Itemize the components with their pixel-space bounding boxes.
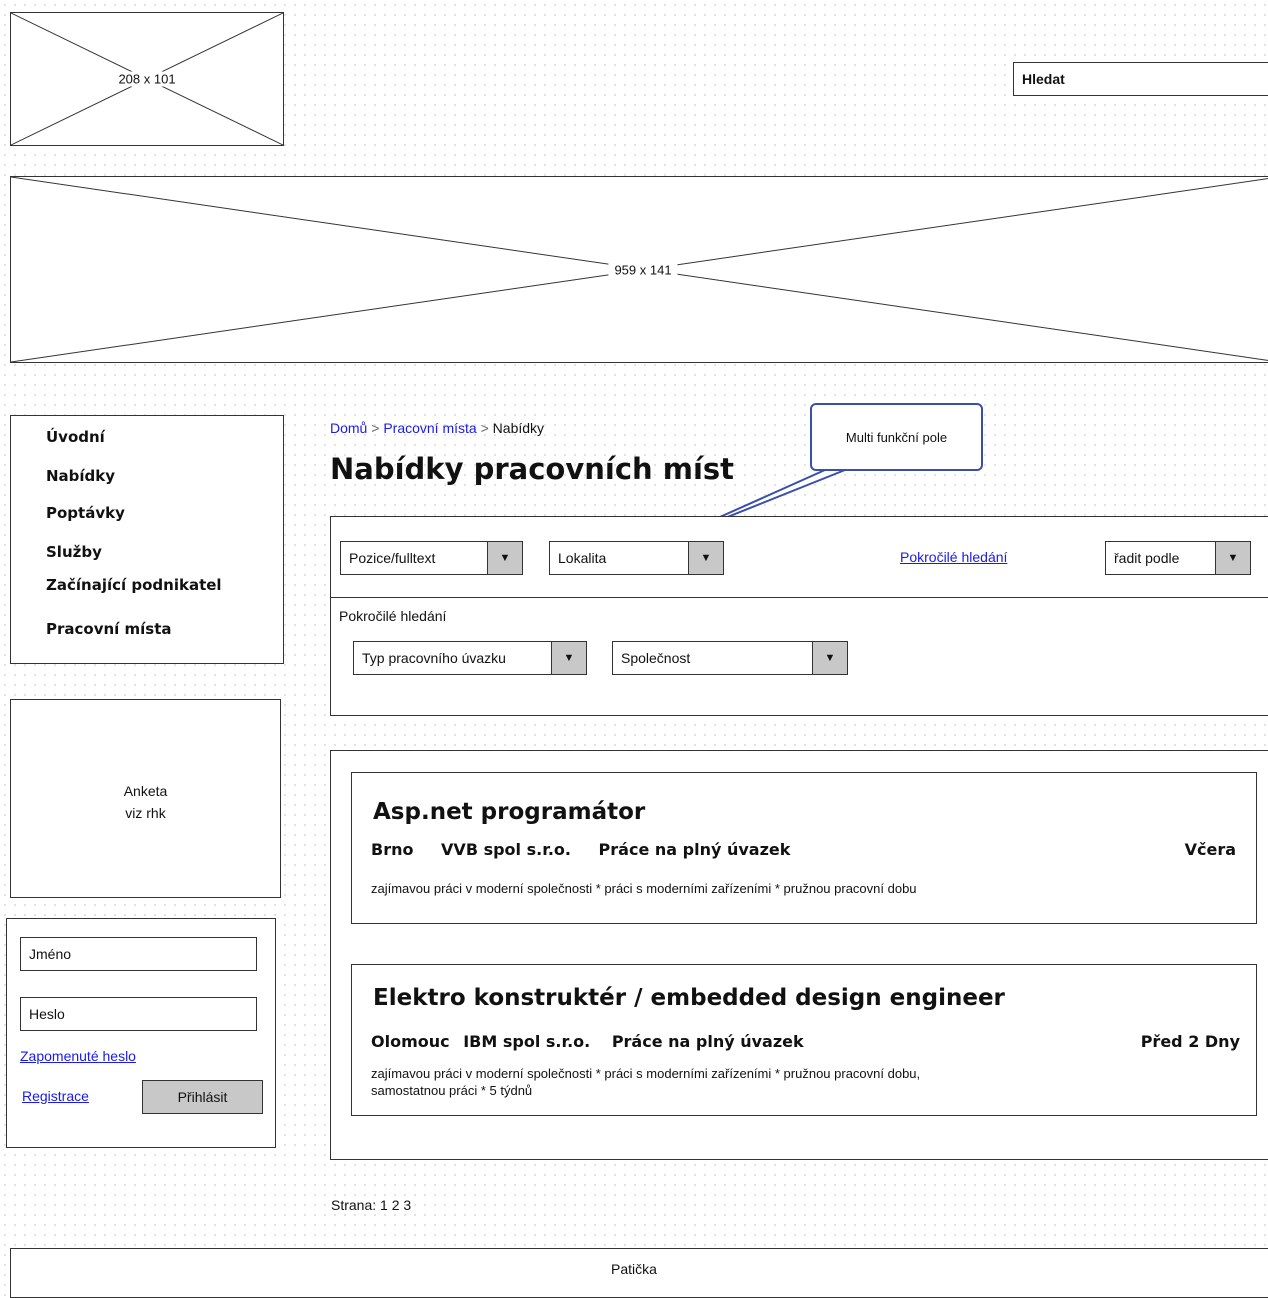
location-select[interactable]: Lokalita ▼: [549, 541, 724, 575]
location-select-value: Lokalita: [558, 550, 607, 566]
page-link-3[interactable]: 3: [403, 1197, 411, 1213]
register-link[interactable]: Registrace: [22, 1088, 89, 1104]
job-title[interactable]: Elektro konstruktér / embedded design en…: [373, 985, 1005, 1011]
sort-select[interactable]: řadit podle ▼: [1105, 541, 1251, 575]
footer-text: Patička: [611, 1261, 657, 1277]
job-meta: Brno VVB spol s.r.o. Práce na plný úvaze…: [371, 840, 790, 859]
poll-text: Anketa viz rhk: [11, 780, 280, 824]
job-company: IBM spol s.r.o.: [463, 1032, 591, 1051]
chevron-down-icon[interactable]: ▼: [688, 542, 723, 574]
logo-size-label: 208 x 101: [112, 71, 182, 87]
job-type-select[interactable]: Typ pracovního úvazku ▼: [353, 641, 587, 675]
job-description: zajímavou práci v moderní společnosti * …: [371, 880, 917, 897]
job-company: VVB spol s.r.o.: [441, 840, 571, 859]
job-type-select-value: Typ pracovního úvazku: [362, 650, 506, 666]
job-card[interactable]: Elektro konstruktér / embedded design en…: [351, 964, 1257, 1116]
job-title[interactable]: Asp.net programátor: [373, 799, 645, 825]
callout-text: Multi funkční pole: [845, 429, 948, 445]
job-type: Práce na plný úvazek: [598, 840, 791, 859]
filter-divider: [330, 597, 1268, 598]
sidebar-item-sluzby[interactable]: Služby: [46, 543, 102, 561]
advanced-search-link[interactable]: Pokročilé hledání: [900, 549, 1007, 565]
sidebar-item-zacinajici-podnikatel[interactable]: Začínající podnikatel: [46, 576, 222, 594]
pagination: Strana: 1 2 3: [331, 1197, 411, 1213]
sidebar-item-poptavky[interactable]: Poptávky: [46, 504, 125, 522]
company-select-value: Společnost: [621, 650, 691, 666]
job-meta: Olomouc IBM spol s.r.o. Práce na plný úv…: [371, 1032, 804, 1051]
banner-placeholder: 959 x 141: [10, 176, 1268, 363]
breadcrumb: Domů > Pracovní místa > Nabídky: [330, 420, 544, 436]
login-button[interactable]: Přihlásit: [142, 1080, 263, 1114]
page-link-2[interactable]: 2: [392, 1197, 400, 1213]
job-description: zajímavou práci v moderní společnosti * …: [371, 1065, 920, 1099]
forgot-password-link[interactable]: Zapomenuté heslo: [20, 1048, 136, 1064]
chevron-down-icon[interactable]: ▼: [1215, 542, 1250, 574]
advanced-search-heading: Pokročilé hledání: [339, 608, 447, 624]
banner-size-label: 959 x 141: [608, 262, 678, 277]
breadcrumb-home[interactable]: Domů: [330, 420, 367, 436]
breadcrumb-jobs[interactable]: Pracovní místa: [383, 420, 476, 436]
job-description-line: zajímavou práci v moderní společnosti * …: [371, 1066, 921, 1081]
search-input[interactable]: Hledat: [1013, 62, 1268, 96]
name-field[interactable]: Jméno: [20, 937, 257, 971]
logo-placeholder: 208 x 101: [10, 12, 284, 146]
sidebar-item-nabidky[interactable]: Nabídky: [46, 467, 115, 485]
job-description-line: samostatnou práci * 5 týdnů: [371, 1083, 533, 1098]
job-date: Včera: [1184, 840, 1236, 859]
position-select[interactable]: Pozice/fulltext ▼: [340, 541, 523, 575]
poll-title: Anketa: [123, 783, 168, 799]
footer: Patička: [10, 1248, 1268, 1298]
position-select-value: Pozice/fulltext: [349, 550, 436, 566]
chevron-down-icon[interactable]: ▼: [551, 642, 586, 674]
job-city: Brno: [371, 840, 414, 859]
breadcrumb-separator: >: [480, 420, 489, 436]
page-link-1[interactable]: 1: [380, 1197, 388, 1213]
job-card[interactable]: Asp.net programátor Brno VVB spol s.r.o.…: [351, 772, 1257, 924]
job-description-line: zajímavou práci v moderní společnosti * …: [371, 881, 917, 896]
login-button-label: Přihlásit: [177, 1089, 228, 1105]
job-city: Olomouc: [371, 1032, 450, 1051]
breadcrumb-current: Nabídky: [492, 420, 545, 436]
breadcrumb-separator: >: [371, 420, 380, 436]
job-date: Před 2 Dny: [1140, 1032, 1240, 1051]
name-field-label: Jméno: [29, 946, 72, 962]
password-field[interactable]: Heslo: [20, 997, 257, 1031]
job-type: Práce na plný úvazek: [611, 1032, 804, 1051]
poll-note: viz rhk: [125, 805, 166, 821]
pagination-label: Strana:: [331, 1197, 377, 1213]
search-input-label: Hledat: [1022, 71, 1065, 87]
company-select[interactable]: Společnost ▼: [612, 641, 848, 675]
sidebar-item-uvodni[interactable]: Úvodní: [46, 428, 105, 446]
poll-box: Anketa viz rhk: [10, 699, 281, 898]
password-field-label: Heslo: [29, 1006, 65, 1022]
sort-select-value: řadit podle: [1114, 550, 1180, 566]
chevron-down-icon[interactable]: ▼: [487, 542, 522, 574]
sidebar-item-pracovni-mista[interactable]: Pracovní místa: [46, 620, 172, 638]
chevron-down-icon[interactable]: ▼: [812, 642, 847, 674]
